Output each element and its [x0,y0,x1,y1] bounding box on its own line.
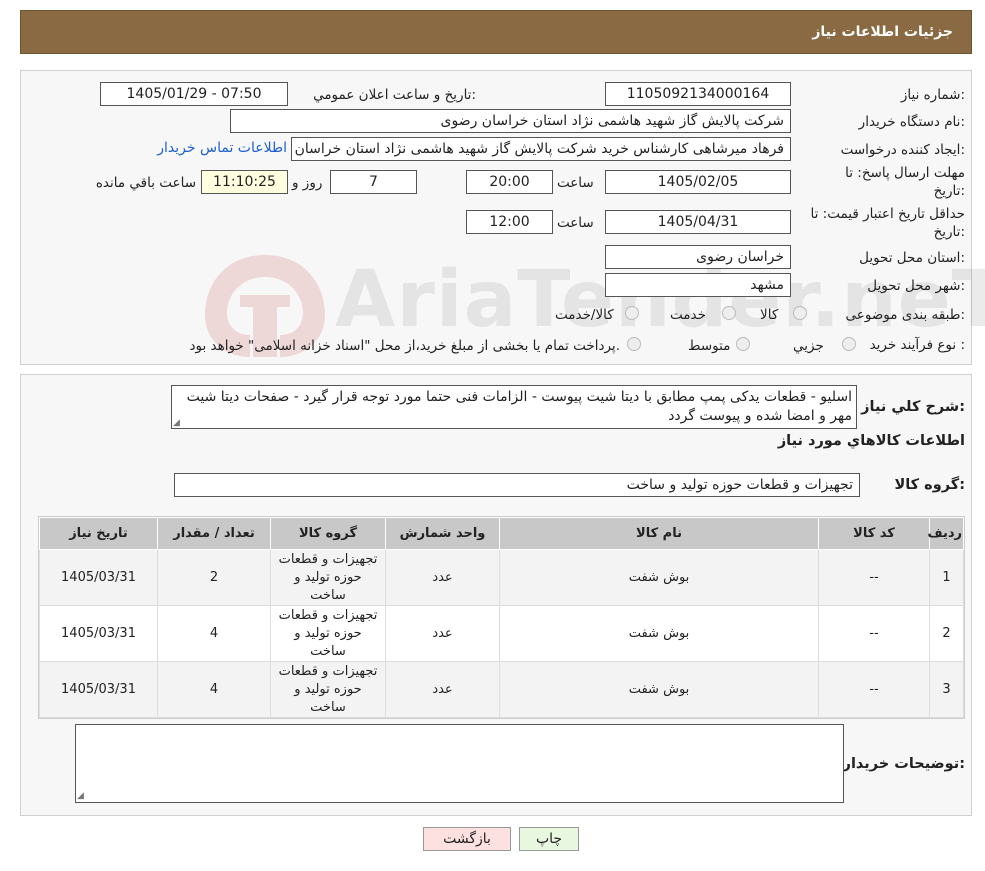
buyer-org-field: شرکت پالایش گاز شهید هاشمی نژاد استان خر… [230,109,791,133]
requester-label: ايجاد کننده درخواست: [840,142,965,158]
process-radio-medium[interactable] [736,337,750,351]
cell-unit: عدد [385,605,500,662]
table-row: 3 -- بوش شفت عدد تجهیزات و قطعات حوزه تو… [39,661,964,718]
process-radio-minor[interactable] [842,337,856,351]
validity-time-label: ساعت [557,215,594,231]
process-option-medium: متوسط [688,338,731,354]
cell-date: 1405/03/31 [39,549,158,606]
col-header-row-number: رديف [927,517,964,550]
col-header-unit: واحد شمارش [385,517,500,550]
buyer-notes-label: توضيحات خريدار: [842,756,965,772]
validity-date-field: 1405/04/31 [605,210,791,234]
cell-row-number: 1 [929,549,964,606]
category-option-service: خدمت [670,307,706,323]
cell-group: تجهیزات و قطعات حوزه تولید و ساخت [270,661,386,718]
items-table: رديف کد کالا نام کالا واحد شمارش گروه کا… [39,517,964,718]
page-title: جزئیات اطلاعات نیاز [812,24,953,40]
validity-time-field: 12:00 [466,210,553,234]
city-field: مشهد [605,273,791,297]
resize-handle-icon: ◢ [173,418,180,428]
category-option-goods-service: کالا/خدمت [555,307,614,323]
cell-group: تجهیزات و قطعات حوزه تولید و ساخت [270,605,386,662]
validity-label: حداقل تاريخ اعتبار قيمت: تا [810,206,965,222]
col-header-quantity: تعداد / مقدار [157,517,271,550]
table-row: 2 -- بوش شفت عدد تجهیزات و قطعات حوزه تو… [39,605,964,662]
process-note: پرداخت تمام يا بخشی از مبلغ خريد،از محل … [189,338,620,354]
print-button[interactable]: چاپ [519,827,579,851]
need-number-label: شماره نیاز: [900,87,965,103]
cell-unit: عدد [385,549,500,606]
deadline-time-label: ساعت [557,175,594,191]
category-label: طبقه بندی موضوعی: [845,307,965,323]
deadline-label-date: تاريخ: [933,183,965,199]
requester-field: فرهاد میرشاهی کارشناس خرید شرکت پالایش گ… [291,137,791,161]
cell-row-number: 2 [929,605,964,662]
col-header-date: تاريخ نياز [39,517,158,550]
cell-code: -- [818,661,930,718]
buyer-org-label: نام دستگاه خريدار: [858,114,965,130]
items-table-wrapper: رديف کد کالا نام کالا واحد شمارش گروه کا… [38,516,965,719]
cell-row-number: 3 [929,661,964,718]
table-row: 1 -- بوش شفت عدد تجهیزات و قطعات حوزه تو… [39,549,964,606]
category-radio-goods-service[interactable] [625,306,639,320]
days-field: 7 [330,170,417,194]
category-radio-service[interactable] [722,306,736,320]
category-option-goods: کالا [760,307,779,323]
cell-code: -- [818,605,930,662]
goods-group-field: تجهیزات و قطعات حوزه تولید و ساخت [174,473,860,497]
cell-unit: عدد [385,661,500,718]
goods-section-title: اطلاعات کالاهاي مورد نياز [777,433,965,449]
col-header-group: گروه کالا [270,517,386,550]
cell-group: تجهیزات و قطعات حوزه تولید و ساخت [270,549,386,606]
deadline-label: مهلت ارسال پاسخ: تا [845,165,965,181]
days-label: روز و [292,175,323,191]
remaining-label: ساعت باقي مانده [95,175,196,191]
category-radio-goods[interactable] [793,306,807,320]
cell-name: بوش شفت [499,605,819,662]
remaining-time-field: 11:10:25 [201,170,288,194]
cell-code: -- [818,549,930,606]
back-button[interactable]: بازگشت [423,827,511,851]
announce-field: 1405/01/29 - 07:50 [100,82,288,106]
province-label: استان محل تحويل: [859,250,965,266]
validity-label-date: تاريخ: [933,224,965,240]
col-header-name: نام کالا [499,517,819,550]
deadline-date-field: 1405/02/05 [605,170,791,194]
city-label: شهر محل تحويل: [867,278,965,294]
cell-quantity: 4 [157,661,271,718]
deadline-time-field: 20:00 [466,170,553,194]
description-label: شرح کلي نياز: [861,399,965,415]
table-header-row: رديف کد کالا نام کالا واحد شمارش گروه کا… [39,517,964,550]
cell-date: 1405/03/31 [39,661,158,718]
page-header: جزئیات اطلاعات نیاز [20,10,972,54]
description-field[interactable]: اسلیو - قطعات یدکی پمپ مطابق با دیتا شیت… [171,385,857,429]
process-option-minor: جزيي [793,338,824,354]
buyer-notes-field[interactable] [75,724,844,803]
cell-name: بوش شفت [499,661,819,718]
need-number-field: 1105092134000164 [605,82,791,106]
announce-label: تاریخ و ساعت اعلان عمومي: [313,87,476,103]
contact-info-link[interactable]: اطلاعات تماس خريدار [154,140,287,156]
cell-quantity: 2 [157,549,271,606]
province-field: خراسان رضوی [605,245,791,269]
goods-group-label: گروه کالا: [894,477,965,493]
process-radio-treasury[interactable] [627,337,641,351]
notes-resize-handle-icon: ◢ [77,791,84,801]
process-label: نوع فرآيند خريد : [869,337,965,353]
cell-quantity: 4 [157,605,271,662]
col-header-code: کد کالا [818,517,930,550]
cell-name: بوش شفت [499,549,819,606]
cell-date: 1405/03/31 [39,605,158,662]
